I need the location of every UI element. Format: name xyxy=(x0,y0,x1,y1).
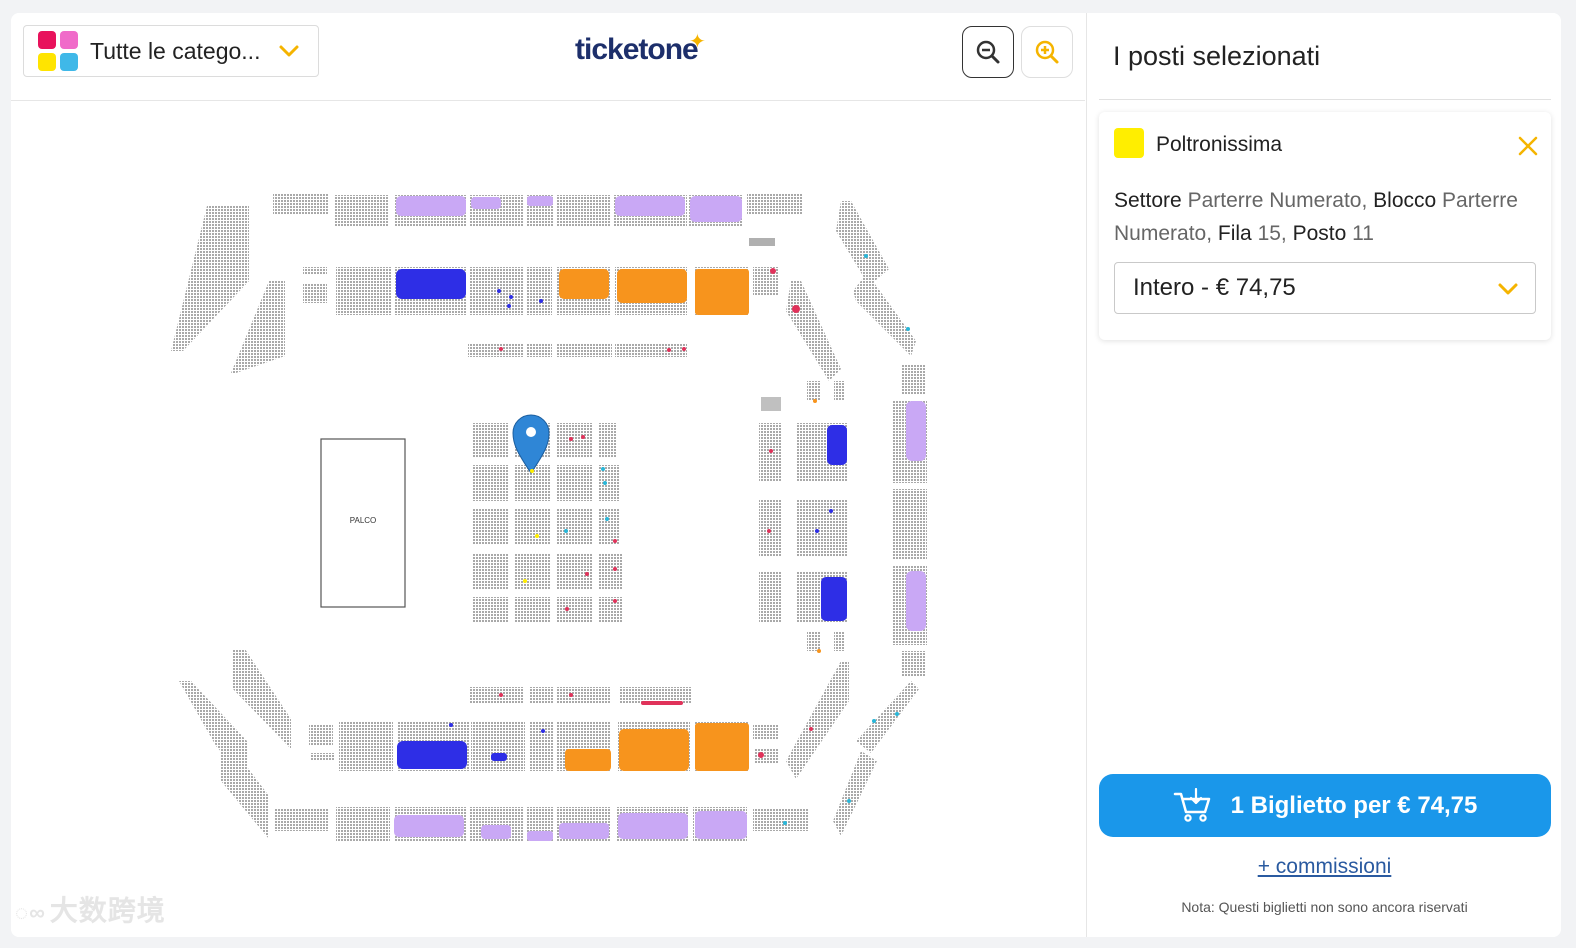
seat-map-canvas[interactable]: PALCO xyxy=(11,101,1085,937)
close-icon[interactable] xyxy=(1517,135,1539,157)
zoom-out-icon xyxy=(976,40,1000,64)
ticket-type-value: Intero - € 74,75 xyxy=(1133,274,1296,301)
chevron-down-icon xyxy=(279,45,299,57)
bottom-outer-sections[interactable] xyxy=(275,807,809,841)
top-small-sections[interactable] xyxy=(468,343,687,357)
seat-map[interactable]: PALCO xyxy=(11,101,1085,937)
top-inner-sections[interactable] xyxy=(303,267,778,315)
ticketone-logo: ticketone ✦ xyxy=(575,31,706,66)
ticket-type-select[interactable]: Intero - € 74,75 xyxy=(1114,262,1536,314)
divider xyxy=(1099,99,1551,100)
cart-icon xyxy=(1173,787,1210,822)
reservation-note: Nota: Questi biglietti non sono ancora r… xyxy=(1181,899,1468,915)
chevron-down-icon xyxy=(1498,283,1518,295)
panel-title: I posti selezionati xyxy=(1113,41,1321,71)
category-grid-icon xyxy=(38,31,78,71)
selected-seat-marker-icon[interactable] xyxy=(512,414,550,474)
zoom-out-button[interactable] xyxy=(962,26,1014,78)
zoom-in-icon xyxy=(1035,40,1059,64)
stage: PALCO xyxy=(320,438,406,608)
top-outer-sections[interactable] xyxy=(273,193,802,246)
category-filter-dropdown[interactable]: Tutte le catego... xyxy=(23,25,319,77)
seat-category: Poltronissima xyxy=(1156,133,1283,156)
left-stands[interactable] xyxy=(171,206,291,839)
category-filter-label: Tutte le catego... xyxy=(90,37,261,64)
map-header: Tutte le catego... ticketone ✦ xyxy=(11,13,1085,101)
stage-label: PALCO xyxy=(350,516,377,525)
seat-details: Settore Parterre Numerato, Blocco Parter… xyxy=(1114,189,1518,245)
fees-link[interactable]: + commissioni xyxy=(1087,855,1561,879)
selected-seats-panel: I posti selezionati Poltronissima Settor… xyxy=(1086,13,1561,937)
app-window: Tutte le catego... ticketone ✦ PALCO ◌∞ … xyxy=(11,13,1561,937)
buy-button-label: 1 Biglietto per € 74,75 xyxy=(1230,791,1478,819)
seat-map-pane: Tutte le catego... ticketone ✦ PALCO ◌∞ … xyxy=(11,13,1085,937)
buy-tickets-button[interactable]: 1 Biglietto per € 74,75 xyxy=(1099,774,1551,837)
watermark: ◌∞ 大数跨境 xyxy=(15,895,166,926)
zoom-in-button[interactable] xyxy=(1021,26,1073,78)
bottom-inner-sections[interactable] xyxy=(309,721,779,771)
selected-seat-card: Poltronissima Settore Parterre Numerato,… xyxy=(1099,112,1551,340)
star-icon: ✦ xyxy=(689,31,706,53)
right-blocks[interactable] xyxy=(759,381,847,653)
parterre-grid[interactable] xyxy=(472,423,622,623)
category-color-swatch xyxy=(1114,128,1144,158)
bottom-small-sections[interactable] xyxy=(470,687,691,705)
